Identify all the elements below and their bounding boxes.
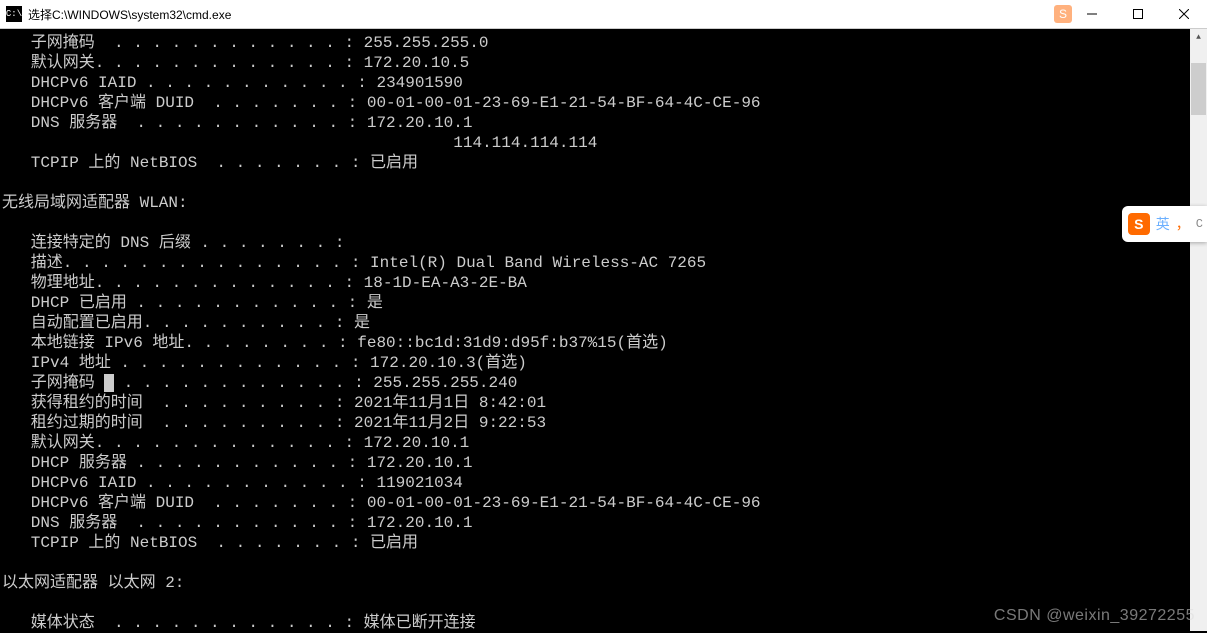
ime-mode-letter: C: [1196, 217, 1203, 231]
window-titlebar: C:\ 选择C:\WINDOWS\system32\cmd.exe S: [0, 0, 1207, 29]
ime-floating-badge[interactable]: S 英 ， C: [1122, 206, 1207, 242]
ime-language-label: 英: [1156, 214, 1170, 234]
sogou-icon: S: [1128, 213, 1150, 235]
window-buttons: S: [1039, 0, 1207, 29]
terminal-output[interactable]: 子网掩码 . . . . . . . . . . . . : 255.255.2…: [0, 29, 1207, 633]
close-button[interactable]: [1161, 0, 1207, 29]
cmd-icon: C:\: [6, 6, 22, 22]
scrollbar-thumb[interactable]: [1191, 63, 1206, 115]
window-title: 选择C:\WINDOWS\system32\cmd.exe: [28, 6, 1039, 23]
ime-separator: ，: [1176, 214, 1190, 234]
minimize-button[interactable]: [1069, 0, 1115, 29]
maximize-button[interactable]: [1115, 0, 1161, 29]
titlebar-extra-icon: S: [1039, 0, 1069, 29]
vertical-scrollbar[interactable]: ▲: [1190, 29, 1207, 631]
scroll-up-icon[interactable]: ▲: [1190, 29, 1207, 46]
